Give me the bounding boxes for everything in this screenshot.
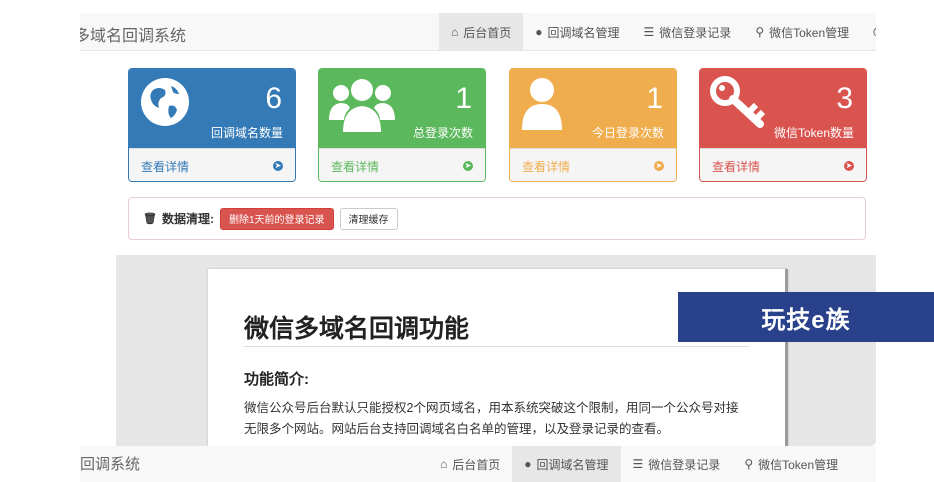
main-nav: ⌂ 后台首页 ● 回调域名管理 ☰ 微信登录记录 ⚲ 微信Token管理 ⏻ — [439, 13, 876, 51]
stat-panel-domains: 6 回调域名数量 查看详情 ➤ — [128, 68, 296, 182]
data-cleanup-bar: 🗑 数据清理: 删除1天前的登录记录 清理缓存 — [128, 197, 866, 240]
cleanup-label: 🗑 数据清理: — [143, 210, 214, 227]
panel-heading: 1 今日登录次数 — [510, 69, 676, 148]
nav-item-login-records[interactable]: ☰ 微信登录记录 — [621, 446, 733, 482]
watermark-text: 玩技e族 — [761, 306, 851, 334]
top-navbar: 多域名回调系统 ⌂ 后台首页 ● 回调域名管理 ☰ 微信登录记录 ⚲ 微信Tok… — [80, 13, 876, 51]
nav-item-token[interactable]: ⚲ 微信Token管理 — [743, 13, 861, 51]
user-icon — [522, 78, 562, 130]
globe-icon — [141, 78, 189, 126]
doc-divider — [244, 346, 749, 347]
users-icon — [329, 79, 395, 132]
list-icon: ☰ — [643, 25, 655, 39]
cleanup-label-text: 数据清理: — [161, 212, 214, 226]
stat-value: 6 — [265, 82, 282, 115]
view-details-link[interactable]: 查看详情 ➤ — [700, 148, 866, 181]
nav-item-home[interactable]: ⌂ 后台首页 — [428, 446, 512, 482]
key-icon — [710, 76, 766, 128]
list-icon: ☰ — [632, 457, 644, 471]
arrow-right-icon: ➤ — [654, 161, 664, 171]
home-icon: ⌂ — [451, 25, 459, 39]
nav-item-home[interactable]: ⌂ 后台首页 — [439, 13, 524, 51]
brand-title[interactable]: 多域名回调系统 — [80, 22, 186, 46]
home-icon: ⌂ — [440, 457, 448, 471]
nav-item-domains[interactable]: ● 回调域名管理 — [523, 13, 631, 51]
nav-item-token[interactable]: ⚲ 微信Token管理 — [732, 446, 850, 482]
delete-old-records-button[interactable]: 删除1天前的登录记录 — [219, 207, 334, 230]
view-details-label: 查看详情 — [712, 159, 761, 174]
key-icon: ⚲ — [755, 25, 765, 39]
view-details-label: 查看详情 — [522, 159, 571, 174]
key-icon: ⚲ — [744, 457, 754, 471]
panel-heading: 1 总登录次数 — [319, 69, 485, 148]
nav-item-label: 微信登录记录 — [648, 457, 721, 472]
doc-preview-area: 微信多域名回调功能 功能简介: 微信公众号后台默认只能授权2个网页域名，用本系统… — [116, 255, 876, 446]
bottom-nav: ⌂ 后台首页 ● 回调域名管理 ☰ 微信登录记录 ⚲ 微信Token管理 — [428, 446, 850, 482]
nav-item-label: 微信登录记录 — [659, 25, 732, 40]
bottom-navbar: 回调系统 ⌂ 后台首页 ● 回调域名管理 ☰ 微信登录记录 ⚲ 微信Token管… — [80, 446, 876, 482]
view-details-link[interactable]: 查看详情 ➤ — [129, 148, 295, 181]
nav-item-domains[interactable]: ● 回调域名管理 — [512, 446, 621, 482]
stat-panel-total-logins: 1 总登录次数 查看详情 ➤ — [318, 68, 486, 182]
nav-item-more[interactable]: ⏻ — [861, 13, 876, 51]
app-window: 多域名回调系统 ⌂ 后台首页 ● 回调域名管理 ☰ 微信登录记录 ⚲ 微信Tok… — [80, 13, 876, 446]
clear-cache-button[interactable]: 清理缓存 — [339, 207, 398, 230]
stat-caption: 今日登录次数 — [591, 126, 664, 140]
view-details-link[interactable]: 查看详情 ➤ — [319, 148, 485, 181]
doc-title: 微信多域名回调功能 — [244, 315, 470, 343]
nav-item-label: 后台首页 — [463, 25, 512, 40]
stat-panel-tokens: 3 微信Token数量 查看详情 ➤ — [699, 68, 867, 182]
nav-item-label: 后台首页 — [452, 457, 501, 472]
panel-heading: 6 回调域名数量 — [129, 69, 295, 148]
brand-title[interactable]: 回调系统 — [80, 453, 140, 474]
stat-value: 3 — [836, 82, 853, 115]
stat-value: 1 — [646, 82, 663, 115]
nav-item-label: 微信Token管理 — [769, 25, 850, 40]
globe-icon: ● — [535, 25, 543, 39]
stat-panel-today-logins: 1 今日登录次数 查看详情 ➤ — [509, 68, 677, 182]
view-details-label: 查看详情 — [141, 159, 190, 174]
stat-value: 1 — [455, 82, 472, 115]
trash-icon: 🗑 — [143, 213, 157, 225]
view-details-label: 查看详情 — [331, 159, 380, 174]
globe-icon: ● — [524, 457, 532, 471]
stat-caption: 微信Token数量 — [773, 126, 854, 140]
doc-subtitle: 功能简介: — [244, 371, 309, 388]
watermark-banner: 玩技e族 — [678, 292, 934, 342]
arrow-right-icon: ➤ — [844, 161, 854, 171]
doc-body: 微信公众号后台默认只能授权2个网页域名，用本系统突破这个限制，用同一个公众号对接… — [244, 401, 739, 436]
nav-item-login-records[interactable]: ☰ 微信登录记录 — [632, 13, 744, 51]
view-details-link[interactable]: 查看详情 ➤ — [510, 148, 676, 181]
nav-item-label: 回调域名管理 — [547, 25, 620, 40]
stat-caption: 回调域名数量 — [210, 126, 283, 140]
stat-caption: 总登录次数 — [412, 126, 473, 140]
arrow-right-icon: ➤ — [463, 161, 473, 171]
nav-item-label: 回调域名管理 — [536, 457, 609, 472]
panel-heading: 3 微信Token数量 — [700, 69, 866, 148]
nav-item-label: 微信Token管理 — [758, 457, 839, 472]
power-icon: ⏻ — [873, 25, 876, 40]
arrow-right-icon: ➤ — [273, 161, 283, 171]
